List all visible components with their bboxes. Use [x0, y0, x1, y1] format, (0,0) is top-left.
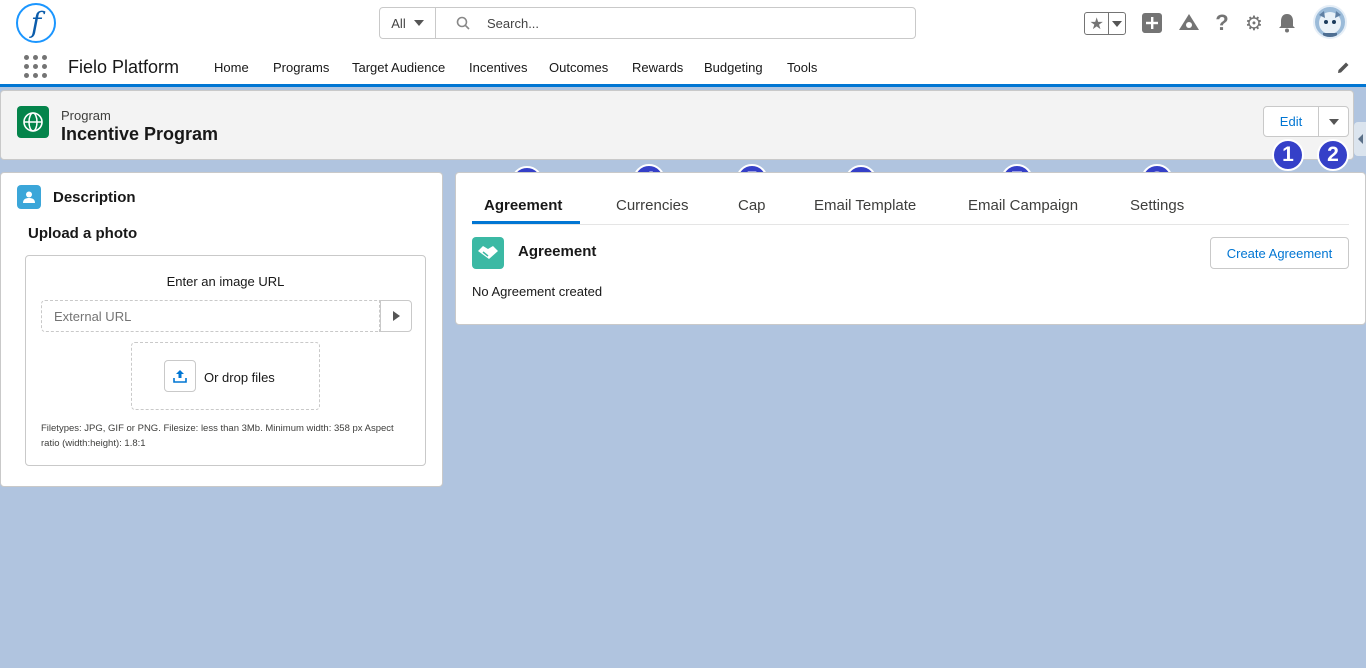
nav-item-programs[interactable]: Programs	[273, 60, 329, 75]
global-actions-plus-icon[interactable]	[1141, 12, 1163, 34]
submit-url-button[interactable]	[380, 300, 412, 332]
search-icon	[456, 16, 470, 30]
record-title: Incentive Program	[61, 124, 219, 144]
search-scope-select[interactable]: All	[380, 8, 436, 38]
gear-icon[interactable]: ⚙	[1243, 12, 1265, 35]
bell-icon[interactable]	[1276, 12, 1298, 34]
drop-files-label: Or drop files	[204, 370, 275, 385]
help-icon[interactable]: ?	[1211, 10, 1233, 35]
favorites-button[interactable]: ★	[1084, 12, 1126, 35]
nav-item-tools[interactable]: Tools	[787, 60, 817, 75]
chevron-down-icon	[1112, 20, 1123, 27]
fielo-logo[interactable]: f	[16, 3, 56, 43]
user-icon	[17, 185, 41, 209]
file-requirements-hint: Filetypes: JPG, GIF or PNG. Filesize: le…	[41, 423, 394, 449]
nav-item-budgeting[interactable]: Budgeting	[704, 60, 763, 75]
more-actions-button[interactable]	[1318, 106, 1349, 137]
tab-bar-divider	[472, 224, 1349, 225]
nav-item-target-audience[interactable]: Target Audience	[352, 60, 445, 75]
upload-icon	[173, 370, 187, 383]
favorites-dropdown[interactable]	[1108, 13, 1125, 34]
handshake-icon	[472, 237, 504, 269]
edit-button[interactable]: Edit	[1263, 106, 1319, 137]
tab-email-campaign[interactable]: Email Campaign	[968, 197, 1078, 214]
image-url-label: Enter an image URL	[166, 274, 285, 289]
agreement-section-title: Agreement	[518, 243, 597, 260]
app-launcher-icon[interactable]	[24, 55, 48, 79]
annotation-badge-2: 2	[1317, 139, 1349, 171]
annotation-badge-1: 1	[1272, 139, 1304, 171]
nav-item-rewards[interactable]: Rewards	[632, 60, 683, 75]
star-icon[interactable]: ★	[1085, 13, 1108, 34]
chevron-down-icon	[413, 20, 424, 26]
app-name: Fielo Platform	[68, 57, 180, 77]
external-url-input[interactable]: External URL	[41, 300, 380, 332]
nav-item-outcomes[interactable]: Outcomes	[549, 60, 608, 75]
search-scope-label: All	[391, 15, 406, 31]
empty-state-message: No Agreement created	[472, 284, 603, 299]
chevron-down-icon	[1328, 118, 1339, 125]
upload-photo-title: Upload a photo	[28, 225, 138, 242]
active-tab-indicator	[472, 221, 580, 224]
tab-agreement[interactable]: Agreement	[484, 197, 562, 214]
global-search: All Search...	[379, 7, 916, 39]
tab-currencies[interactable]: Currencies	[616, 197, 689, 214]
tab-email-template[interactable]: Email Template	[814, 197, 916, 214]
trailhead-icon[interactable]	[1178, 12, 1200, 34]
play-icon	[393, 311, 400, 321]
sidebar-toggle[interactable]	[1354, 122, 1366, 156]
search-input[interactable]: Search...	[487, 16, 539, 31]
logo-letter: f	[30, 6, 42, 39]
create-agreement-button[interactable]: Create Agreement	[1210, 237, 1349, 269]
pencil-icon[interactable]	[1336, 61, 1350, 75]
upload-files-button[interactable]	[164, 360, 196, 392]
nav-item-home[interactable]: Home	[214, 60, 249, 75]
user-avatar[interactable]	[1313, 5, 1347, 39]
description-title: Description	[53, 189, 136, 206]
record-object-type: Program	[61, 108, 111, 123]
tab-settings[interactable]: Settings	[1130, 197, 1184, 214]
tab-cap[interactable]: Cap	[738, 197, 766, 214]
globe-icon	[17, 106, 49, 138]
nav-item-incentives[interactable]: Incentives	[469, 60, 528, 75]
